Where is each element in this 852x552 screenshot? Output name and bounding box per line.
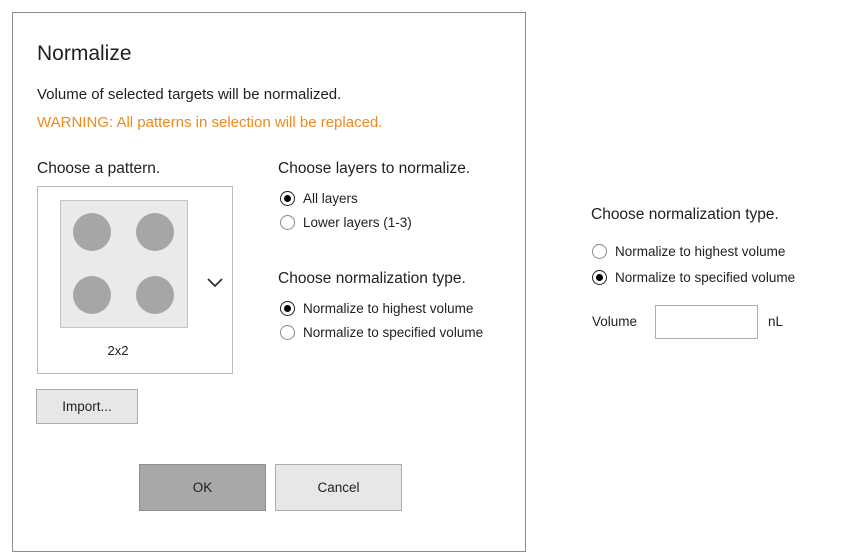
- dialog-description: Volume of selected targets will be norma…: [37, 86, 342, 103]
- side-radio-normalize-highest[interactable]: Normalize to highest volume: [592, 244, 785, 259]
- side-normalization-heading: Choose normalization type.: [591, 206, 779, 223]
- pattern-name: 2x2: [107, 343, 129, 358]
- radio-label: Normalize to highest volume: [615, 244, 786, 259]
- radio-button-checked[interactable]: [280, 301, 295, 316]
- pattern-selector[interactable]: 2x2: [37, 186, 233, 374]
- volume-unit: nL: [768, 314, 784, 329]
- pattern-well: [136, 276, 174, 314]
- layers-heading: Choose layers to normalize.: [278, 160, 471, 177]
- normalization-heading: Choose normalization type.: [278, 270, 466, 287]
- pattern-well: [73, 213, 111, 251]
- radio-button[interactable]: [280, 325, 295, 340]
- radio-label: Normalize to specified volume: [303, 325, 484, 340]
- pattern-heading: Choose a pattern.: [37, 160, 161, 177]
- side-radio-normalize-specified[interactable]: Normalize to specified volume: [592, 270, 795, 285]
- warning-text: WARNING: All patterns in selection will …: [37, 114, 383, 131]
- pattern-well: [136, 213, 174, 251]
- radio-button-checked[interactable]: [592, 270, 607, 285]
- radio-lower-layers[interactable]: Lower layers (1-3): [280, 215, 412, 230]
- cancel-button[interactable]: Cancel: [275, 464, 402, 511]
- radio-button[interactable]: [592, 244, 607, 259]
- volume-input[interactable]: [655, 305, 758, 339]
- radio-normalize-specified[interactable]: Normalize to specified volume: [280, 325, 483, 340]
- radio-normalize-highest[interactable]: Normalize to highest volume: [280, 301, 473, 316]
- pattern-well: [73, 276, 111, 314]
- ok-button[interactable]: OK: [139, 464, 266, 511]
- volume-label: Volume: [592, 314, 638, 329]
- radio-label: Normalize to specified volume: [615, 270, 796, 285]
- chevron-down-icon[interactable]: [206, 277, 224, 289]
- import-button[interactable]: Import...: [36, 389, 138, 424]
- radio-label: Normalize to highest volume: [303, 301, 474, 316]
- radio-all-layers[interactable]: All layers: [280, 191, 358, 206]
- normalize-dialog: Normalize Volume of selected targets wil…: [12, 12, 526, 552]
- pattern-preview: [60, 200, 188, 328]
- radio-label: Lower layers (1-3): [303, 215, 412, 230]
- dialog-title: Normalize: [37, 42, 132, 65]
- radio-label: All layers: [303, 191, 358, 206]
- radio-button[interactable]: [280, 215, 295, 230]
- radio-button-checked[interactable]: [280, 191, 295, 206]
